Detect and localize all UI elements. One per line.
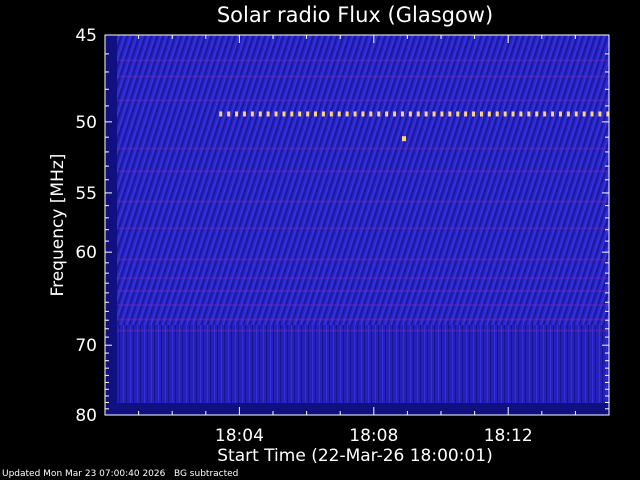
footer-note: BG subtracted (173, 469, 239, 479)
x-axis-label: Start Time (22-Mar-26 18:00:01) (217, 446, 492, 466)
x-tick-label: 18:04 (215, 426, 264, 446)
spectrogram-chart: 45 50 55 60 70 80 18:04 18:08 18:12 Solar radio … (48, 3, 610, 466)
interference-dot (598, 111, 602, 117)
interference-dot (337, 111, 341, 117)
interference-dot (345, 111, 349, 117)
y-tick-label: 55 (75, 184, 97, 204)
interference-dot (535, 111, 539, 117)
interference-dot (543, 111, 547, 117)
interference-dot (361, 111, 365, 117)
interference-dot (456, 111, 460, 117)
interference-dot (400, 111, 404, 117)
left-dark-strip (105, 35, 117, 415)
footer-updated: Updated Mon Mar 23 07:00:40 2026 (2, 469, 166, 479)
y-axis-label: Frequency [MHz] (48, 154, 68, 297)
footer-text: Updated Mon Mar 23 07:00:40 2026 BG subt… (2, 469, 238, 479)
interference-dot (219, 111, 223, 117)
interference-dot (574, 111, 578, 117)
interference-dot (306, 111, 310, 117)
texture-stripe (117, 75, 609, 78)
chart-title: Solar radio Flux (Glasgow) (217, 3, 493, 27)
interference-dot (393, 111, 397, 117)
y-tick-label: 80 (75, 406, 97, 426)
interference-dot (258, 111, 262, 117)
interference-dot (250, 111, 254, 117)
texture-stripe (117, 318, 609, 321)
interference-dot (274, 111, 278, 117)
interference-dot (551, 111, 555, 117)
texture-stripe (117, 329, 609, 332)
interference-dot (282, 111, 286, 117)
interference-dot (242, 111, 246, 117)
y-tick-label: 70 (75, 336, 97, 356)
interference-dot (353, 111, 357, 117)
texture-stripe (117, 59, 609, 62)
texture-stripe (117, 304, 609, 307)
burst-spot (402, 136, 407, 142)
interference-dot (424, 111, 428, 117)
y-tick-label: 45 (75, 26, 97, 46)
plot-field-lower (105, 325, 609, 415)
interference-dot (448, 111, 452, 117)
y-tick-label: 60 (75, 243, 97, 263)
bottom-dark-strip (105, 403, 609, 415)
interference-dot (472, 111, 476, 117)
interference-dot (290, 111, 294, 117)
texture-stripe (117, 258, 609, 261)
texture-stripe (117, 147, 609, 150)
x-tick-label: 18:08 (349, 426, 398, 446)
interference-dot (566, 111, 570, 117)
interference-dot (464, 111, 468, 117)
texture-stripe (117, 170, 609, 173)
texture-stripe (117, 289, 609, 292)
interference-dot (511, 111, 515, 117)
interference-dot (519, 111, 523, 117)
interference-dot (479, 111, 483, 117)
texture-stripe (117, 200, 609, 203)
interference-dot (227, 111, 231, 117)
interference-dot (527, 111, 531, 117)
y-tick-label: 50 (75, 113, 97, 133)
interference-dot (408, 111, 412, 117)
interference-dot (314, 111, 318, 117)
interference-dot (329, 111, 333, 117)
interference-dot (487, 111, 491, 117)
texture-stripe (117, 277, 609, 280)
interference-dot (298, 111, 302, 117)
x-tick-label: 18:12 (484, 426, 533, 446)
texture-stripe (117, 99, 609, 102)
interference-dot (235, 111, 239, 117)
interference-dot (495, 111, 499, 117)
interference-dot (582, 111, 586, 117)
interference-dot (440, 111, 444, 117)
interference-dot (558, 111, 562, 117)
interference-dot (266, 111, 270, 117)
interference-dot (385, 111, 389, 117)
interference-dot (503, 111, 507, 117)
interference-dot (377, 111, 381, 117)
interference-dot (369, 111, 373, 117)
interference-dot (321, 111, 325, 117)
interference-dot (416, 111, 420, 117)
texture-stripe (117, 227, 609, 230)
interference-dot (432, 111, 436, 117)
interference-dot (590, 111, 594, 117)
